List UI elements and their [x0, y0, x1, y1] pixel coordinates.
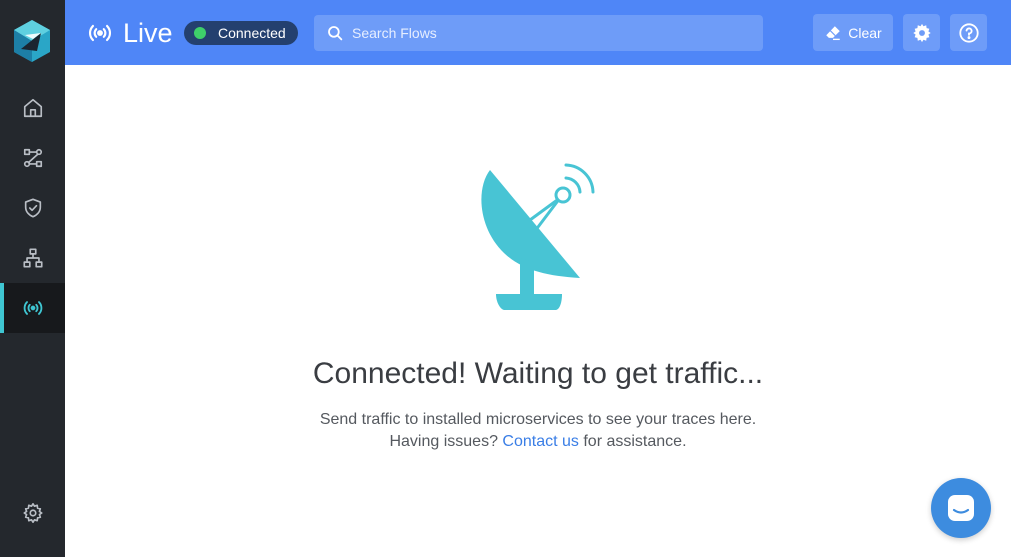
- home-icon: [23, 98, 42, 118]
- satellite-dish-icon: [481, 163, 595, 310]
- eraser-icon: [826, 25, 841, 40]
- chat-launcher-button[interactable]: [931, 478, 991, 538]
- app-window: Live Connected Clear: [0, 0, 1011, 557]
- sidebar-item-topology[interactable]: [0, 233, 65, 283]
- clear-button[interactable]: Clear: [813, 14, 893, 51]
- status-text: Connected: [218, 25, 286, 41]
- empty-state-help-line: Having issues? Contact us for assistance…: [65, 433, 1011, 451]
- sidebar-item-live[interactable]: [0, 283, 65, 333]
- status-dot-icon: [194, 27, 206, 39]
- settings-button[interactable]: [903, 14, 940, 51]
- sidebar-settings[interactable]: [0, 488, 65, 538]
- flows-icon: [23, 148, 42, 168]
- broadcast-icon: [88, 24, 112, 42]
- chat-icon: [948, 495, 974, 521]
- sidebar-item-flows[interactable]: [0, 133, 65, 183]
- contact-us-link[interactable]: Contact us: [502, 433, 578, 450]
- empty-state-description: Send traffic to installed microservices …: [319, 411, 757, 428]
- sidebar: [0, 0, 65, 557]
- top-bar: Live Connected Clear: [65, 0, 1011, 65]
- help-prefix: Having issues?: [389, 433, 498, 450]
- sidebar-item-home[interactable]: [0, 83, 65, 133]
- gear-icon: [22, 503, 43, 523]
- help-button[interactable]: [950, 14, 987, 51]
- page-title: Live: [123, 18, 173, 48]
- sidebar-item-security[interactable]: [0, 183, 65, 233]
- search-icon: [328, 26, 343, 41]
- shield-check-icon: [24, 198, 41, 218]
- help-suffix: for assistance.: [583, 433, 687, 450]
- clear-label: Clear: [848, 24, 882, 41]
- status-badge: Connected: [184, 21, 298, 45]
- topology-icon: [22, 248, 43, 268]
- search-input[interactable]: [352, 25, 752, 41]
- gear-icon: [912, 23, 931, 42]
- main-content: Connected! Waiting to get traffic... Sen…: [65, 65, 1011, 557]
- empty-state-title: Connected! Waiting to get traffic...: [312, 357, 764, 390]
- logo-icon[interactable]: [13, 19, 51, 63]
- search-box[interactable]: [314, 15, 763, 51]
- help-circle-icon: [958, 22, 979, 43]
- broadcast-icon: [23, 301, 42, 315]
